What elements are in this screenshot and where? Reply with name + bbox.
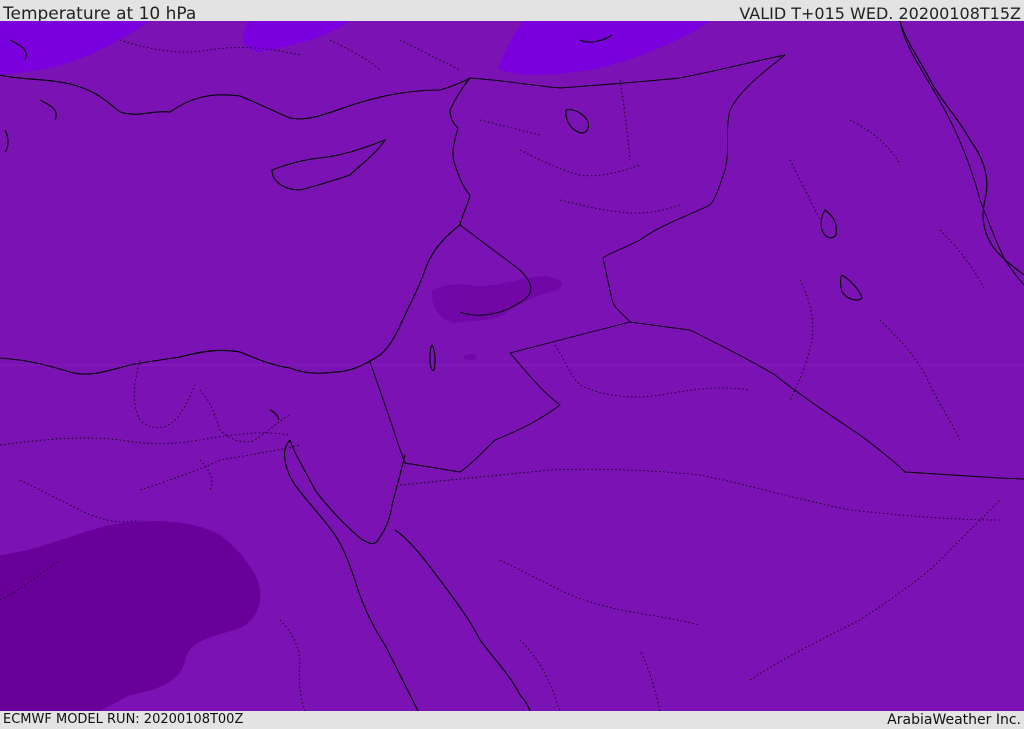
weather-map[interactable]	[0, 21, 1024, 711]
header-bar: Temperature at 10 hPa VALID T+015 WED. 2…	[0, 0, 1024, 24]
footer-bar: ECMWF MODEL RUN: 20200108T00Z ArabiaWeat…	[0, 711, 1024, 729]
credit-label: ArabiaWeather Inc.	[887, 712, 1021, 728]
warm-spot-small	[463, 354, 477, 360]
model-run-label: ECMWF MODEL RUN: 20200108T00Z	[3, 712, 244, 727]
